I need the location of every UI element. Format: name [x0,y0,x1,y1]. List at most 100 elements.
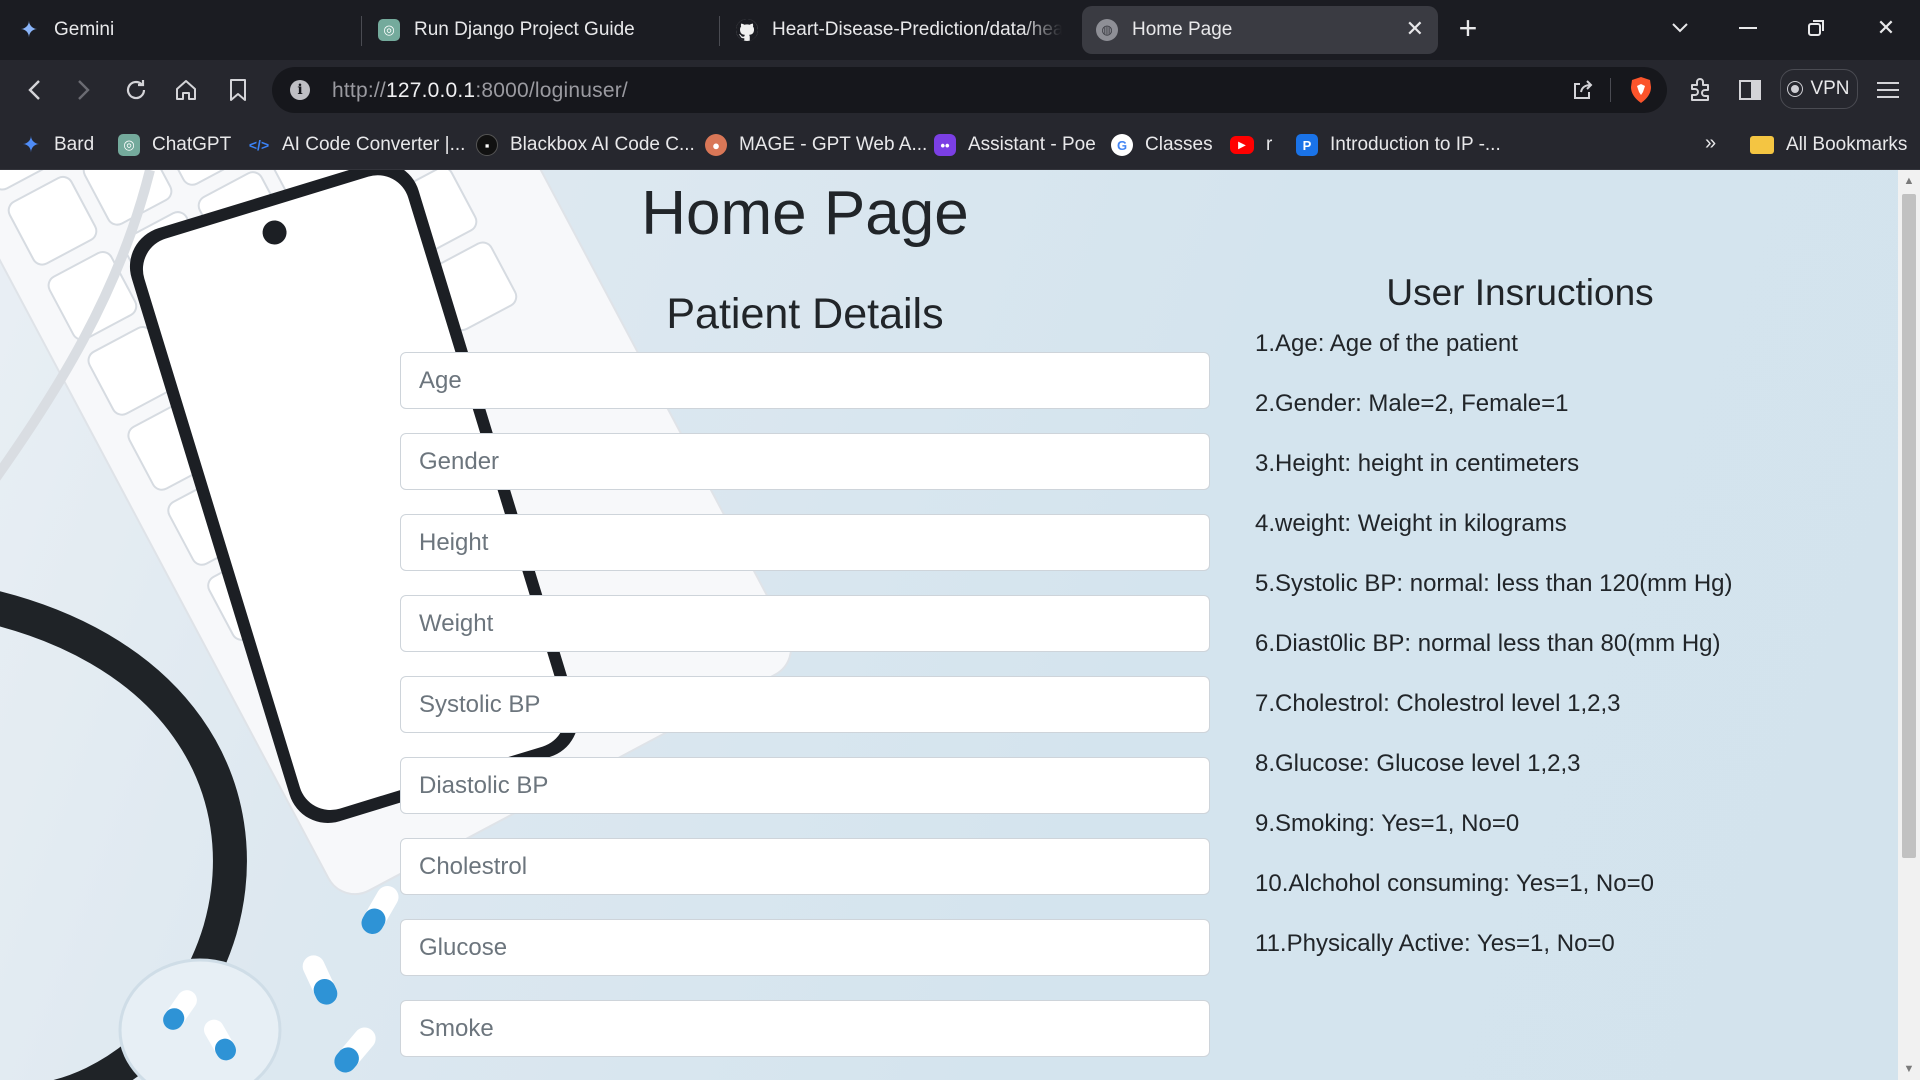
tab-title: Run Django Project Guide [414,19,635,40]
bookmark-classes[interactable]: G Classes [1111,132,1213,158]
omnibox-divider [1610,78,1611,102]
cholestrol-input[interactable] [400,838,1210,895]
tab-run-django[interactable]: ◎ Run Django Project Guide [378,6,708,54]
url-path: :8000/loginuser/ [475,79,628,102]
tab-title: Heart-Disease-Prediction/data/heart [772,19,1062,40]
bookmark-label: MAGE - GPT Web A... [739,134,928,155]
tab-strip: ✦ Gemini ◎ Run Django Project Guide Hear… [0,0,1920,60]
bookmark-intro-ip[interactable]: P Introduction to IP -... [1296,132,1501,158]
url-host: 127.0.0.1 [385,79,476,102]
tab-title: Home Page [1132,19,1233,40]
new-tab-button[interactable]: + [1452,12,1484,46]
close-icon: ✕ [1876,15,1896,40]
chatgpt-icon: ◎ [378,19,400,41]
bookmarks-bar: ✦ Bard ◎ ChatGPT </> AI Code Converter |… [0,120,1920,170]
bookmark-label: Classes [1145,134,1213,155]
bookmark-label: Blackbox AI Code C... [510,134,695,155]
close-tab-icon[interactable]: ✕ [1406,18,1424,40]
globe-icon: ◍ [1096,19,1118,41]
github-icon [736,19,758,41]
sidebar-toggle-button[interactable] [1732,72,1768,108]
bookmark-button[interactable] [220,72,256,108]
back-arrow-icon [28,80,40,100]
menu-button[interactable] [1870,72,1906,108]
blackbox-icon: ▪ [476,134,498,156]
bookmark-label: AI Code Converter |... [282,134,466,155]
instruction-item: 2.Gender: Male=2, Female=1 [1255,390,1569,417]
brave-shields-icon[interactable] [1629,76,1653,109]
scrollbar-thumb[interactable] [1902,194,1916,858]
bookmark-label: Bard [54,134,95,155]
google-icon: G [1111,134,1133,156]
bookmarks-overflow-button[interactable]: » [1705,132,1716,155]
bookmark-bard[interactable]: ✦ Bard [20,132,94,158]
close-window-button[interactable]: ✕ [1866,8,1906,48]
weight-input[interactable] [400,595,1210,652]
reload-icon [126,80,146,100]
extensions-button[interactable] [1682,72,1718,108]
mage-icon: ● [705,134,727,156]
instruction-item: 4.weight: Weight in kilograms [1255,510,1567,537]
height-input[interactable] [400,514,1210,571]
home-icon [176,80,196,100]
tab-search-button[interactable] [1660,8,1700,48]
instruction-item: 1.Age: Age of the patient [1255,330,1518,357]
share-icon[interactable] [1571,78,1595,107]
site-info-icon[interactable]: i [290,80,310,100]
puzzle-icon [1691,78,1709,101]
back-button[interactable] [16,72,52,108]
bookmark-label: ChatGPT [152,134,232,155]
all-bookmarks-button[interactable]: All Bookmarks [1750,132,1907,158]
home-button[interactable] [168,72,204,108]
bookmark-youtube[interactable]: ▶ r [1230,132,1272,158]
restore-icon [1808,20,1824,36]
restore-button[interactable] [1796,8,1836,48]
bookmark-poe[interactable]: •• Assistant - Poe [934,132,1096,158]
tab-divider [719,16,720,46]
tab-gemini[interactable]: ✦ Gemini [18,6,348,54]
bookmark-mage[interactable]: ● MAGE - GPT Web A... [705,132,927,158]
forward-arrow-icon [78,80,90,100]
url-scheme: http:// [332,79,386,102]
vpn-status-icon [1788,82,1803,96]
page-scrollbar[interactable]: ▲ ▼ [1898,170,1920,1080]
youtube-icon: ▶ [1230,136,1254,154]
tab-github[interactable]: Heart-Disease-Prediction/data/heart [736,6,1062,54]
bookmark-ai-code-converter[interactable]: </> AI Code Converter |... [248,132,466,158]
instruction-item: 5.Systolic BP: normal: less than 120(mm … [1255,570,1733,597]
bookmark-blackbox[interactable]: ▪ Blackbox AI Code C... [476,132,695,158]
tab-home-page[interactable]: ◍ Home Page ✕ [1082,6,1438,54]
glucose-input[interactable] [400,919,1210,976]
scroll-down-arrow-icon[interactable]: ▼ [1898,1058,1920,1080]
sidebar-icon [1739,80,1761,100]
bookmark-chatgpt[interactable]: ◎ ChatGPT [118,132,231,158]
diastolic-bp-input[interactable] [400,757,1210,814]
instruction-item: 11.Physically Active: Yes=1, No=0 [1255,930,1615,957]
address-bar[interactable]: i http://127.0.0.1:8000/loginuser/ [272,67,1667,113]
gemini-icon: ✦ [19,17,39,42]
systolic-bp-input[interactable] [400,676,1210,733]
folder-icon [1750,136,1774,154]
minimize-button[interactable] [1728,8,1768,48]
instruction-item: 3.Height: height in centimeters [1255,450,1580,477]
smoke-input[interactable] [400,1000,1210,1057]
age-input[interactable] [400,352,1210,409]
reload-button[interactable] [118,72,154,108]
chevron-down-icon [1672,23,1688,33]
page-viewport: Home Page Patient Details User Insructio… [0,170,1898,1080]
tab-divider [361,16,362,46]
p-icon: P [1296,134,1318,156]
instruction-item: 9.Smoking: Yes=1, No=0 [1255,810,1520,837]
scroll-up-arrow-icon[interactable]: ▲ [1898,170,1920,192]
forward-button[interactable] [66,72,102,108]
vpn-button[interactable]: VPN [1780,69,1858,109]
gender-input[interactable] [400,433,1210,490]
bookmark-label: Introduction to IP -... [1330,134,1501,155]
hamburger-menu-icon [1877,82,1899,98]
vpn-label: VPN [1810,78,1850,99]
bookmark-label: Assistant - Poe [968,134,1096,155]
url-text[interactable]: http://127.0.0.1:8000/loginuser/ [332,79,628,103]
poe-icon: •• [934,134,956,156]
browser-toolbar: i http://127.0.0.1:8000/loginuser/ VPN [0,60,1920,120]
bookmark-label: r [1266,134,1273,155]
